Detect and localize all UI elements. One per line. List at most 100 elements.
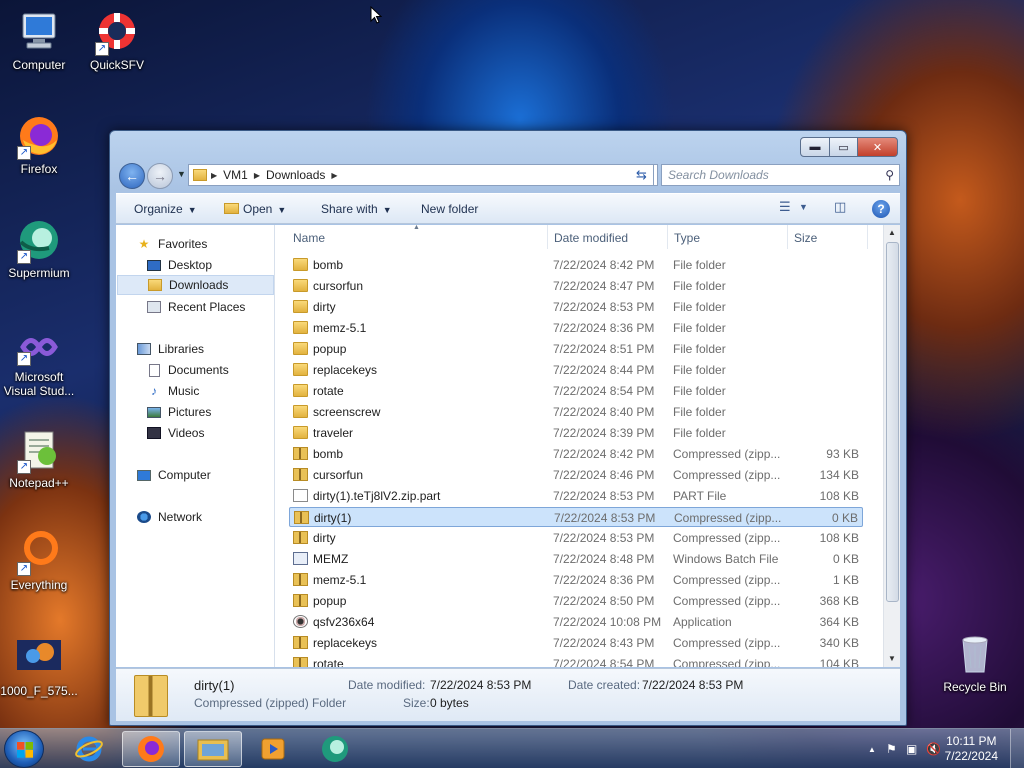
organize-button[interactable]: Organize ▼ <box>134 202 197 216</box>
breadcrumb-chevron-icon[interactable]: ▶ <box>211 171 217 180</box>
breadcrumb-downloads[interactable]: Downloads <box>266 168 325 182</box>
zip-folder-icon <box>293 594 308 607</box>
column-divider[interactable] <box>787 225 788 249</box>
lifebuoy-icon: ↗ <box>95 10 139 56</box>
preview-pane-button[interactable]: ◫ <box>834 199 846 215</box>
desktop-icon-recycle-bin[interactable]: Recycle Bin <box>936 632 1014 694</box>
folder-icon <box>293 384 308 397</box>
nav-network[interactable]: Network <box>136 507 293 527</box>
recent-pages-dropdown-icon[interactable]: ▼ <box>177 169 186 179</box>
help-button[interactable]: ? <box>872 200 890 218</box>
desktop-icon-label: Recycle Bin <box>943 680 1007 694</box>
zip-folder-icon <box>293 531 308 544</box>
desktop-icon-visual-studio[interactable]: ↗ Microsoft Visual Stud... <box>0 330 78 398</box>
scrollbar-thumb[interactable] <box>886 242 899 602</box>
view-list-icon: ☰ <box>779 199 791 214</box>
file-row[interactable]: rotate 7/22/2024 8:54 PM Compressed (zipp.… <box>289 654 863 667</box>
file-type: Compressed (zipp... <box>674 511 782 525</box>
column-divider[interactable] <box>867 225 868 249</box>
scroll-down-icon[interactable]: ▼ <box>884 651 900 667</box>
new-folder-button[interactable]: New folder <box>421 202 478 216</box>
desktop-icon-image-file[interactable]: 1000_F_575... <box>0 640 78 698</box>
minimize-button[interactable]: ▬ <box>800 137 830 157</box>
media-player-icon <box>261 738 285 760</box>
supermium-icon: ↗ <box>17 218 61 264</box>
column-divider[interactable] <box>547 225 548 249</box>
nav-label: Pictures <box>168 405 212 419</box>
file-date-modified: 7/22/2024 8:50 PM <box>553 594 655 608</box>
file-date-modified: 7/22/2024 8:53 PM <box>553 531 655 545</box>
share-with-button[interactable]: Share with ▼ <box>321 202 392 216</box>
file-row[interactable]: memz-5.1 7/22/2024 8:36 PM File folder <box>289 318 863 338</box>
scroll-up-icon[interactable]: ▲ <box>884 225 900 241</box>
file-row[interactable]: popup 7/22/2024 8:51 PM File folder <box>289 339 863 359</box>
column-header-size[interactable]: Size <box>794 231 817 245</box>
clock[interactable]: 10:11 PM 7/22/2024 <box>945 734 998 764</box>
open-button[interactable]: Open ▼ <box>224 202 286 216</box>
search-icon[interactable]: ⚲ <box>885 168 894 182</box>
search-placeholder: Search Downloads <box>668 168 769 182</box>
desktop-icon-quicksfv[interactable]: ↗ QuickSFV <box>78 10 156 72</box>
details-date-modified: 7/22/2024 8:53 PM <box>430 678 532 692</box>
file-row[interactable]: dirty(1) 7/22/2024 8:53 PM Compressed (zip… <box>289 507 863 527</box>
action-center-flag-icon[interactable]: ⚑ <box>886 742 897 756</box>
show-hidden-icons-button[interactable]: ▲ <box>868 745 876 754</box>
nav-computer[interactable]: Computer <box>136 465 293 485</box>
forward-button[interactable]: → <box>147 163 173 189</box>
nav-favorites[interactable]: ★ Favorites <box>136 234 293 254</box>
column-header-type[interactable]: Type <box>674 231 700 245</box>
maximize-button[interactable]: ▭ <box>830 137 858 157</box>
desktop-icon-everything[interactable]: ↗ Everything <box>0 530 78 592</box>
taskbar-firefox[interactable] <box>122 731 180 767</box>
desktop-icon-computer[interactable]: Computer <box>0 10 78 72</box>
folder-icon <box>193 169 207 181</box>
file-row[interactable]: bomb 7/22/2024 8:42 PM File folder <box>289 255 863 275</box>
file-row[interactable]: replacekeys 7/22/2024 8:44 PM File folder <box>289 360 863 380</box>
back-button[interactable]: ← <box>119 163 145 189</box>
desktop-icon-notepadpp[interactable]: ↗ Notepad++ <box>0 428 78 490</box>
file-row[interactable]: MEMZ 7/22/2024 8:48 PM Windows Batch File 0… <box>289 549 863 569</box>
file-row[interactable]: replacekeys 7/22/2024 8:43 PM Compressed (… <box>289 633 863 653</box>
taskbar-media-player[interactable] <box>244 731 302 767</box>
file-row[interactable]: cursorfun 7/22/2024 8:46 PM Compressed (zi… <box>289 465 863 485</box>
nav-label: Music <box>168 384 200 398</box>
breadcrumb-chevron-icon[interactable]: ▶ <box>331 171 337 180</box>
file-row[interactable]: traveler 7/22/2024 8:39 PM File folder <box>289 423 863 443</box>
file-date-modified: 7/22/2024 8:39 PM <box>553 426 655 440</box>
nav-libraries[interactable]: Libraries <box>136 339 293 359</box>
desktop-icon-firefox[interactable]: ↗ Firefox <box>0 114 78 176</box>
file-row[interactable]: cursorfun 7/22/2024 8:47 PM File folder <box>289 276 863 296</box>
taskbar-internet-explorer[interactable] <box>60 731 118 767</box>
file-row[interactable]: rotate 7/22/2024 8:54 PM File folder <box>289 381 863 401</box>
start-button[interactable] <box>4 730 44 768</box>
address-bar[interactable]: ▶ VM1 ▶ Downloads ▶ ▼ <box>188 164 658 186</box>
change-view-button[interactable]: ☰ <box>779 199 791 215</box>
computer-icon <box>17 10 61 54</box>
file-name: dirty(1) <box>314 511 352 525</box>
column-divider[interactable] <box>667 225 668 249</box>
column-header-name[interactable]: Name <box>293 231 325 245</box>
volume-muted-icon[interactable]: 🔇 <box>926 742 941 756</box>
file-row[interactable]: qsfv236x64 7/22/2024 10:08 PM Application 3… <box>289 612 863 632</box>
search-input[interactable]: Search Downloads ⚲ <box>661 164 900 186</box>
vertical-scrollbar[interactable]: ▲ ▼ <box>883 225 900 667</box>
breadcrumb-vm1[interactable]: VM1 <box>223 168 248 182</box>
nav-downloads[interactable]: Downloads <box>117 275 274 295</box>
file-row[interactable]: bomb 7/22/2024 8:42 PM Compressed (zipp...… <box>289 444 863 464</box>
file-row[interactable]: popup 7/22/2024 8:50 PM Compressed (zipp..… <box>289 591 863 611</box>
taskbar-supermium[interactable] <box>306 731 364 767</box>
refresh-button[interactable]: ⇆ <box>630 164 654 186</box>
close-button[interactable]: ✕ <box>858 137 898 157</box>
file-row[interactable]: screenscrew 7/22/2024 8:40 PM File folder <box>289 402 863 422</box>
taskbar-windows-explorer[interactable] <box>184 731 242 767</box>
view-options-dropdown-icon[interactable]: ▼ <box>799 202 808 212</box>
breadcrumb-chevron-icon[interactable]: ▶ <box>254 171 260 180</box>
file-row[interactable]: memz-5.1 7/22/2024 8:36 PM Compressed (zip… <box>289 570 863 590</box>
file-row[interactable]: dirty 7/22/2024 8:53 PM Compressed (zipp..… <box>289 528 863 548</box>
file-row[interactable]: dirty(1).teTj8lV2.zip.part 7/22/2024 8:53… <box>289 486 863 506</box>
file-row[interactable]: dirty 7/22/2024 8:53 PM File folder <box>289 297 863 317</box>
network-status-icon[interactable]: ▣ <box>906 742 917 756</box>
desktop-icon-supermium[interactable]: ↗ Supermium <box>0 218 78 280</box>
show-desktop-button[interactable] <box>1010 729 1024 768</box>
column-header-date-modified[interactable]: Date modified <box>554 231 628 245</box>
